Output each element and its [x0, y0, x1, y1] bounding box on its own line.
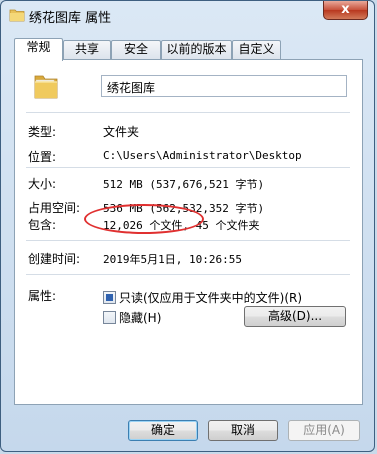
readonly-checkbox[interactable] — [103, 291, 116, 304]
close-button[interactable]: x — [323, 1, 368, 20]
size-on-disk-value: 536 MB (562,532,352 字节) — [103, 202, 265, 215]
tab-general[interactable]: 常规 — [14, 38, 63, 61]
contains-label: 包含: — [28, 218, 57, 232]
hidden-label[interactable]: 隐藏(H) — [119, 309, 161, 326]
properties-window: 绣花图库 属性 x 常规 共享 安全 以前的版本 自定义 绣花图库 类型: 文件… — [0, 0, 375, 452]
size-value: 512 MB (537,676,521 字节) — [103, 178, 265, 191]
hidden-checkbox[interactable] — [103, 311, 116, 324]
readonly-label[interactable]: 只读(仅应用于文件夹中的文件)(R) — [119, 289, 302, 306]
contains-value: 12,026 个文件, 45 个文件夹 — [103, 219, 260, 232]
type-label: 类型: — [28, 125, 57, 139]
divider — [26, 274, 350, 275]
advanced-button[interactable]: 高级(D)... — [244, 306, 346, 327]
cancel-button[interactable]: 取消 — [208, 420, 278, 441]
divider — [26, 167, 350, 168]
apply-button[interactable]: 应用(A) — [288, 420, 360, 441]
folder-icon — [9, 9, 25, 22]
tab-customize[interactable]: 自定义 — [232, 40, 281, 59]
created-value: 2019年5月1日, 10:26:55 — [103, 253, 242, 266]
size-label: 大小: — [28, 177, 57, 191]
tab-security[interactable]: 安全 — [111, 40, 161, 59]
type-value: 文件夹 — [103, 125, 140, 139]
created-label: 创建时间: — [28, 252, 81, 266]
location-value: C:\Users\Administrator\Desktop — [103, 149, 302, 162]
general-panel: 绣花图库 类型: 文件夹 位置: C:\Users\Administrator\… — [14, 59, 363, 405]
title-bar[interactable]: 绣花图库 属性 x — [1, 1, 374, 31]
size-on-disk-label: 占用空间: — [28, 201, 81, 215]
attributes-label: 属性: — [28, 289, 57, 303]
folder-name-field[interactable]: 绣花图库 — [101, 75, 347, 97]
window-title: 绣花图库 属性 — [29, 11, 112, 26]
location-label: 位置: — [28, 150, 57, 164]
folder-large-icon — [34, 75, 58, 99]
tab-previous-versions[interactable]: 以前的版本 — [161, 40, 232, 59]
tab-sharing[interactable]: 共享 — [63, 40, 111, 59]
divider — [26, 240, 350, 241]
ok-button[interactable]: 确定 — [128, 420, 198, 441]
divider — [26, 112, 350, 113]
